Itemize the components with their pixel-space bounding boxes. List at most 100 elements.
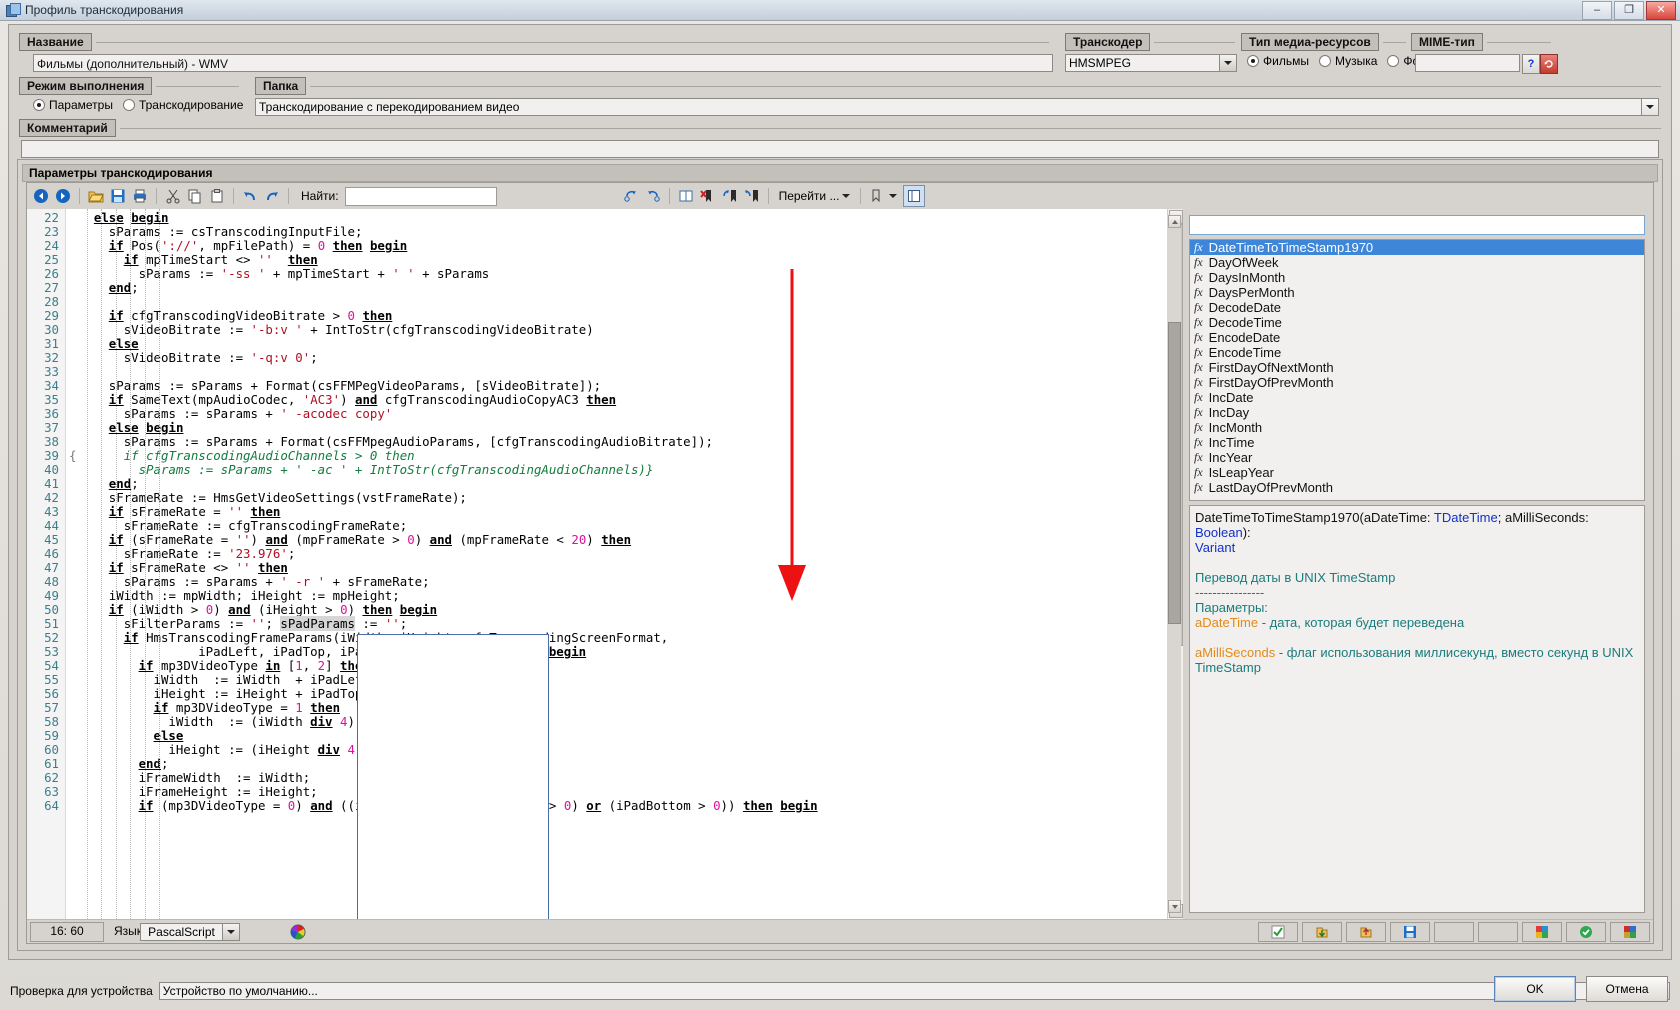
code-line[interactable]: if mpTimeStart <> '' then bbox=[124, 253, 318, 267]
code-line[interactable]: iFrameWidth := iWidth; bbox=[139, 771, 311, 785]
code-line[interactable]: sParams := '-ss ' + mpTimeStart + ' ' + … bbox=[139, 267, 490, 281]
cancel-button[interactable]: Отмена bbox=[1586, 976, 1668, 1002]
code-area[interactable]: 22else begin23sParams := csTranscodingIn… bbox=[27, 209, 1653, 919]
function-list-item[interactable]: fxIncTime bbox=[1190, 435, 1644, 450]
chevron-down-icon[interactable] bbox=[1641, 99, 1658, 115]
code-line[interactable]: if cfgTranscodingAudioChannels > 0 then bbox=[124, 449, 415, 463]
redo-icon[interactable] bbox=[262, 186, 282, 206]
reset-icon[interactable] bbox=[1540, 54, 1558, 74]
function-list-item[interactable]: fxEncodeDate bbox=[1190, 330, 1644, 345]
profile-name-input[interactable]: Фильмы (дополнительный) - WMV bbox=[33, 54, 1053, 72]
bookmark-prev-icon[interactable] bbox=[720, 186, 740, 206]
function-list-item[interactable]: fxFirstDayOfNextMonth bbox=[1190, 360, 1644, 375]
comment-input[interactable] bbox=[21, 140, 1659, 158]
code-line[interactable]: end; bbox=[109, 477, 139, 491]
code-line[interactable]: if cfgTranscodingVideoBitrate > 0 then bbox=[109, 309, 393, 323]
code-line[interactable]: else bbox=[154, 729, 184, 743]
save-icon[interactable] bbox=[108, 186, 128, 206]
function-list-item[interactable]: fxIncDate bbox=[1190, 390, 1644, 405]
radio-movies[interactable]: Фильмы bbox=[1247, 54, 1309, 68]
find-input[interactable] bbox=[345, 187, 497, 206]
function-list-item[interactable]: fxIncDay bbox=[1190, 405, 1644, 420]
copy-icon[interactable] bbox=[185, 186, 205, 206]
statusbar-slot-1[interactable] bbox=[1434, 922, 1474, 942]
code-line[interactable]: end; bbox=[109, 281, 139, 295]
chevron-down-icon[interactable] bbox=[842, 194, 850, 198]
code-line[interactable]: sVideoBitrate := '-q:v 0'; bbox=[124, 351, 318, 365]
prev-bookmark-icon[interactable] bbox=[621, 186, 641, 206]
color-wheel-icon[interactable] bbox=[288, 922, 308, 942]
code-line[interactable]: sFrameRate := HmsGetVideoSettings(vstFra… bbox=[109, 491, 467, 505]
code-line[interactable]: if sFrameRate = '' then bbox=[109, 505, 281, 519]
paste-icon[interactable] bbox=[207, 186, 227, 206]
code-line[interactable]: iFrameHeight := iHeight; bbox=[139, 785, 318, 799]
function-search-input[interactable] bbox=[1189, 215, 1645, 235]
code-line[interactable]: sParams := sParams + ' -acodec copy' bbox=[124, 407, 393, 421]
forward-icon[interactable] bbox=[53, 186, 73, 206]
cut-icon[interactable] bbox=[163, 186, 183, 206]
transcoder-combo[interactable]: HMSMPEG bbox=[1065, 54, 1237, 72]
next-bookmark-icon[interactable] bbox=[643, 186, 663, 206]
code-line[interactable]: sParams := sParams + Format(csFFMpegAudi… bbox=[124, 435, 713, 449]
radio-transcoding[interactable]: Транскодирование bbox=[123, 98, 243, 112]
save-state-icon[interactable] bbox=[1258, 922, 1298, 942]
code-line[interactable]: if SameText(mpAudioCodec, 'AC3') and cfg… bbox=[109, 393, 616, 407]
function-list-item[interactable]: fxIncMonth bbox=[1190, 420, 1644, 435]
code-line[interactable]: sFilterParams := ''; sPadParams := ''; bbox=[124, 617, 408, 631]
undo-icon[interactable] bbox=[240, 186, 260, 206]
book-icon[interactable] bbox=[676, 186, 696, 206]
code-line[interactable]: sFrameRate := '23.976'; bbox=[124, 547, 296, 561]
function-list-item[interactable]: fxDayOfWeek bbox=[1190, 255, 1644, 270]
mime-type-input[interactable] bbox=[1415, 54, 1520, 72]
folder-combo[interactable]: Транскодирование с перекодированием виде… bbox=[255, 98, 1659, 116]
maximize-button[interactable]: ❐ bbox=[1614, 1, 1644, 20]
disk-icon[interactable] bbox=[1390, 922, 1430, 942]
helper-vscrollbar[interactable] bbox=[1167, 215, 1181, 913]
code-line[interactable]: sVideoBitrate := '-b:v ' + IntToStr(cfgT… bbox=[124, 323, 594, 337]
import-icon[interactable] bbox=[1302, 922, 1342, 942]
function-list[interactable]: fxDateTimeToTimeStamp1970fxDayOfWeekfxDa… bbox=[1189, 239, 1645, 501]
panel-toggle-icon[interactable] bbox=[903, 185, 925, 207]
function-list-item[interactable]: fxDaysPerMonth bbox=[1190, 285, 1644, 300]
code-line[interactable]: iWidth := (iWidth div 4) * 4 bbox=[168, 715, 384, 729]
helper-scroll-thumb[interactable] bbox=[1168, 322, 1181, 624]
function-list-item[interactable]: fxDecodeDate bbox=[1190, 300, 1644, 315]
function-list-item[interactable]: fxIsLeapYear bbox=[1190, 465, 1644, 480]
bookmark-dropdown-icon[interactable] bbox=[867, 186, 887, 206]
puzzle-icon[interactable] bbox=[1522, 922, 1562, 942]
code-line[interactable]: if sFrameRate <> '' then bbox=[109, 561, 288, 575]
code-line[interactable]: sFrameRate := cfgTranscodingFrameRate; bbox=[124, 519, 407, 533]
code-line[interactable]: if (sFrameRate = '') and (mpFrameRate > … bbox=[109, 533, 631, 547]
open-folder-icon[interactable] bbox=[86, 186, 106, 206]
clear-bookmarks-icon[interactable] bbox=[698, 186, 718, 206]
code-line[interactable]: iWidth := mpWidth; iHeight := mpHeight; bbox=[109, 589, 400, 603]
scroll-down-icon[interactable] bbox=[1168, 900, 1181, 913]
code-line[interactable]: if mp3DVideoType = 1 then bbox=[154, 701, 341, 715]
back-icon[interactable] bbox=[31, 186, 51, 206]
function-list-item[interactable]: fxDecodeTime bbox=[1190, 315, 1644, 330]
bookmark-next-icon[interactable] bbox=[742, 186, 762, 206]
code-line[interactable]: sParams := sParams + ' -ac ' + IntToStr(… bbox=[139, 463, 654, 477]
minimize-button[interactable]: – bbox=[1582, 1, 1612, 20]
function-list-item[interactable]: fxDaysInMonth bbox=[1190, 270, 1644, 285]
function-list-item[interactable]: fxIncYear bbox=[1190, 450, 1644, 465]
goto-button[interactable]: Перейти ... bbox=[775, 189, 855, 203]
code-line[interactable]: sParams := sParams + Format(csFFMPegVide… bbox=[109, 379, 601, 393]
function-list-item[interactable]: fxFirstDayOfPrevMonth bbox=[1190, 375, 1644, 390]
code-line[interactable]: end; bbox=[139, 757, 169, 771]
radio-music[interactable]: Музыка bbox=[1319, 54, 1377, 68]
chevron-down-icon[interactable] bbox=[222, 924, 239, 940]
code-line[interactable]: if Pos('://', mpFilePath) = 0 then begin bbox=[109, 239, 407, 253]
question-mark-icon[interactable]: ? bbox=[1522, 54, 1540, 74]
plugin-icon[interactable] bbox=[1610, 922, 1650, 942]
scroll-up-icon[interactable] bbox=[1168, 215, 1181, 228]
statusbar-slot-2[interactable] bbox=[1478, 922, 1518, 942]
radio-parameters[interactable]: Параметры bbox=[33, 98, 113, 112]
export-icon[interactable] bbox=[1346, 922, 1386, 942]
language-combo[interactable]: PascalScript bbox=[140, 923, 240, 941]
print-icon[interactable] bbox=[130, 186, 150, 206]
code-line[interactable]: sParams := sParams + ' -r ' + sFrameRate… bbox=[124, 575, 430, 589]
ok-button[interactable]: OK bbox=[1494, 976, 1576, 1002]
close-button[interactable]: ✕ bbox=[1646, 1, 1676, 20]
function-list-item[interactable]: fxEncodeTime bbox=[1190, 345, 1644, 360]
